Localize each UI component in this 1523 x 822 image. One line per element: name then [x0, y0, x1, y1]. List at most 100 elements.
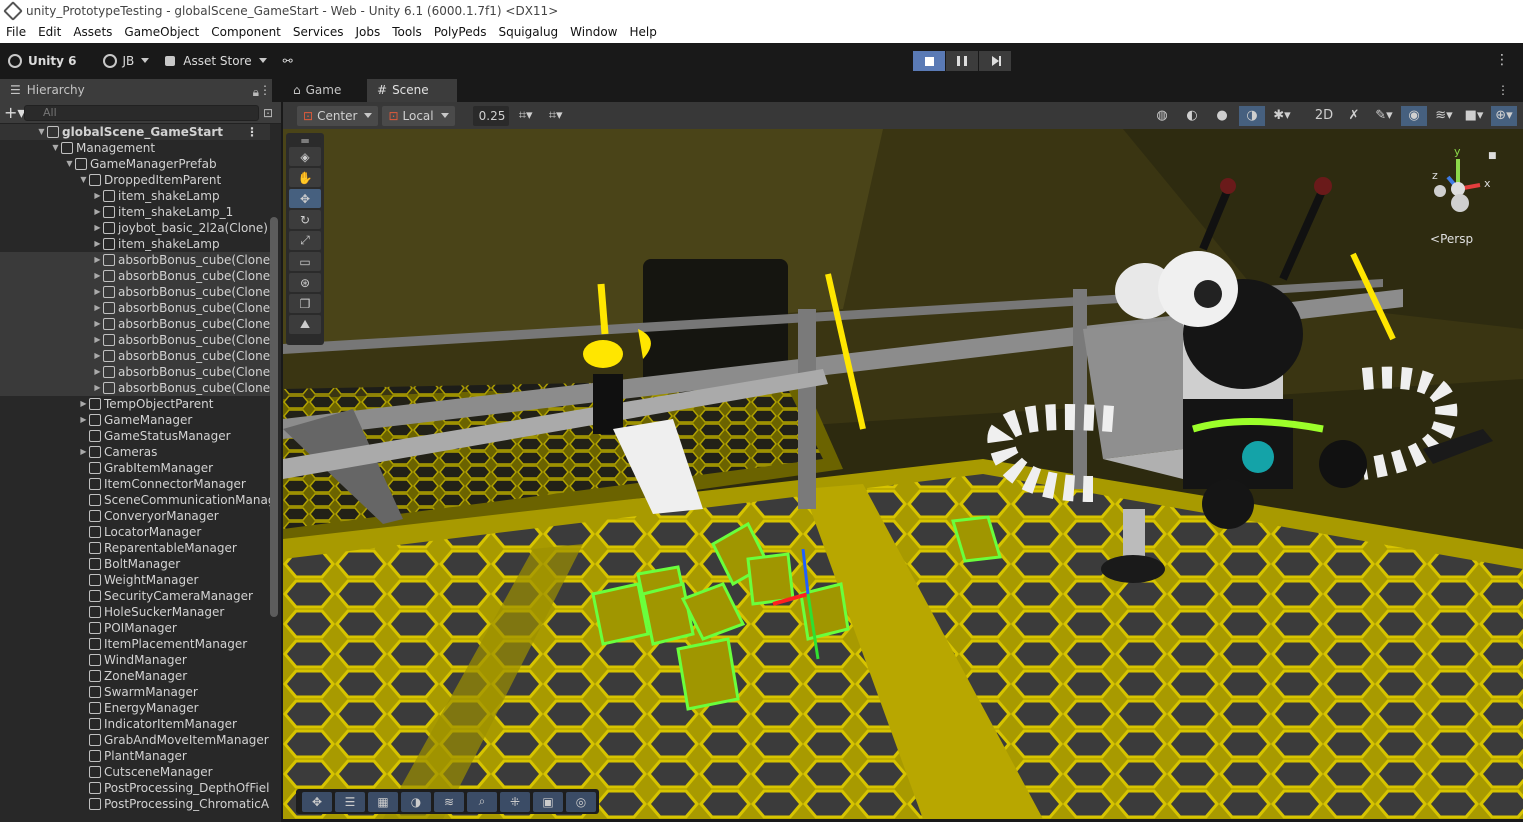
hierarchy-item[interactable]: ▶ absorbBonus_cube(Clone — [0, 300, 270, 316]
layers-overlay-icon[interactable]: ≋ — [434, 791, 464, 812]
tab-game[interactable]: ⌂ Game — [283, 79, 367, 102]
expand-arrow-icon[interactable]: ▼ — [50, 140, 61, 156]
hierarchy-item[interactable]: PostProcessing_ChromaticA — [0, 796, 270, 812]
hierarchy-item[interactable]: ItemConnectorManager — [0, 476, 270, 492]
projection-toggle[interactable]: <Persp — [1430, 232, 1473, 246]
nodes-overlay-icon[interactable]: ⁜ — [500, 791, 530, 812]
hierarchy-item[interactable]: ▶ absorbBonus_cube(Clone — [0, 380, 270, 396]
grid-snap-icon[interactable]: ⌗▾ — [513, 106, 539, 126]
expand-arrow-icon[interactable]: ▼ — [78, 172, 89, 188]
expand-arrow-icon[interactable]: ▼ — [64, 156, 75, 172]
expand-arrow-icon[interactable]: ▼ — [36, 124, 47, 140]
sliders-overlay-icon[interactable]: ☰ — [335, 791, 365, 812]
hierarchy-item[interactable]: CutsceneManager — [0, 764, 270, 780]
hierarchy-item[interactable]: GrabAndMoveItemManager — [0, 732, 270, 748]
menu-item-squigalug[interactable]: Squigalug — [492, 22, 564, 43]
hierarchy-item[interactable]: ▶ joybot_basic_2l2a(Clone) — [0, 220, 270, 236]
hierarchy-item[interactable]: ConveryorManager — [0, 508, 270, 524]
palette-drag-handle[interactable]: ═ — [289, 134, 321, 148]
menu-item-file[interactable]: File — [0, 22, 32, 43]
hierarchy-scrollbar[interactable] — [270, 217, 278, 617]
expand-arrow-icon[interactable]: ▶ — [92, 236, 103, 252]
camera-overlay-icon[interactable]: ▣ — [533, 791, 563, 812]
hierarchy-item[interactable]: GameStatusManager — [0, 428, 270, 444]
more-menu-icon[interactable]: ⋮ — [246, 124, 258, 140]
hierarchy-item[interactable]: SecurityCameraManager — [0, 588, 270, 604]
expand-arrow-icon[interactable]: ▶ — [78, 396, 89, 412]
expand-arrow-icon[interactable]: ▶ — [92, 380, 103, 396]
menu-item-services[interactable]: Services — [287, 22, 350, 43]
expand-arrow-icon[interactable]: ▶ — [92, 268, 103, 284]
shaded-wireframe-icon[interactable]: ◑ — [1239, 105, 1265, 126]
hierarchy-item[interactable]: ▶ item_shakeLamp — [0, 188, 270, 204]
hierarchy-item[interactable]: PlantManager — [0, 748, 270, 764]
hierarchy-item[interactable]: EnergyManager — [0, 700, 270, 716]
tab-hierarchy[interactable]: ☰ Hierarchy 🔒︎ ⋮ — [0, 79, 272, 102]
more-menu-icon[interactable]: ⋮ — [1497, 83, 1509, 97]
account-dropdown[interactable]: JB — [95, 50, 158, 72]
menu-item-jobs[interactable]: Jobs — [350, 22, 387, 43]
tab-scene[interactable]: # Scene — [367, 79, 457, 102]
hierarchy-item[interactable]: PostProcessing_DepthOfFiel — [0, 780, 270, 796]
hierarchy-item[interactable]: ZoneManager — [0, 668, 270, 684]
pivot-dropdown[interactable]: ⊡ Center — [297, 105, 379, 126]
hierarchy-item[interactable]: ▶ absorbBonus_cube(Clone — [0, 316, 270, 332]
space-dropdown[interactable]: ⊡ Local — [382, 105, 455, 126]
transform-tool-icon[interactable]: ⊛ — [289, 273, 321, 292]
move-overlay-icon[interactable]: ✥ — [302, 791, 332, 812]
expand-arrow-icon[interactable]: ▶ — [92, 188, 103, 204]
snap-increment-field[interactable]: 0.25 — [472, 105, 509, 126]
search-options-icon[interactable]: ⊡ — [259, 106, 277, 120]
menu-item-gameobject[interactable]: GameObject — [118, 22, 205, 43]
increment-snap-icon[interactable]: ⌗▾ — [543, 106, 569, 126]
menu-item-window[interactable]: Window — [564, 22, 623, 43]
compass-overlay-icon[interactable]: ◎ — [566, 791, 596, 812]
camera-settings-icon[interactable]: ■▾ — [1461, 106, 1487, 126]
lighting-toggle-icon[interactable]: ✗ — [1341, 106, 1367, 126]
expand-arrow-icon[interactable]: ▶ — [92, 364, 103, 380]
hierarchy-item[interactable]: ▼ GameManagerPrefab — [0, 156, 270, 172]
scene-root-row[interactable]: ▼ globalScene_GameStart ⋮ — [0, 124, 270, 140]
hierarchy-item[interactable]: SwarmManager — [0, 684, 270, 700]
hierarchy-item[interactable]: ReparentableManager — [0, 540, 270, 556]
wireframe-icon[interactable]: ◐ — [1179, 106, 1205, 126]
hierarchy-item[interactable]: IndicatorItemManager — [0, 716, 270, 732]
version-control-button[interactable]: ⚯ — [275, 50, 301, 72]
more-menu-icon[interactable]: ⋮ — [1495, 52, 1509, 68]
rect-tool-icon[interactable]: ▭ — [289, 252, 321, 271]
hierarchy-item[interactable]: ▶ absorbBonus_cube(Clone — [0, 284, 270, 300]
step-button[interactable] — [979, 51, 1011, 71]
hierarchy-item[interactable]: ItemPlacementManager — [0, 636, 270, 652]
hierarchy-item[interactable]: WeightManager — [0, 572, 270, 588]
hierarchy-item[interactable]: ▼ Management — [0, 140, 270, 156]
menu-item-component[interactable]: Component — [205, 22, 287, 43]
hierarchy-item[interactable]: ▼ DroppedItemParent — [0, 172, 270, 188]
hierarchy-item[interactable]: HoleSuckerManager — [0, 604, 270, 620]
gizmos-toggle-icon[interactable]: ⊕▾ — [1491, 105, 1517, 126]
menu-item-tools[interactable]: Tools — [386, 22, 428, 43]
menu-item-edit[interactable]: Edit — [32, 22, 67, 43]
move-tool-icon[interactable]: ✥ — [289, 189, 321, 208]
hierarchy-item[interactable]: ▶ absorbBonus_cube(Clone — [0, 348, 270, 364]
expand-arrow-icon[interactable]: ▶ — [78, 412, 89, 428]
hierarchy-item[interactable]: WindManager — [0, 652, 270, 668]
asset-store-dropdown[interactable]: Asset Store — [157, 50, 274, 72]
hierarchy-item[interactable]: ▶ TempObjectParent — [0, 396, 270, 412]
expand-arrow-icon[interactable]: ▶ — [78, 444, 89, 460]
hierarchy-search-input[interactable] — [24, 104, 259, 121]
rotate-tool-icon[interactable]: ↻ — [289, 210, 321, 229]
add-object-button[interactable]: +▾ — [4, 103, 25, 122]
menu-item-assets[interactable]: Assets — [67, 22, 118, 43]
hierarchy-item[interactable]: ▶ absorbBonus_cube(Clone — [0, 268, 270, 284]
play-button[interactable] — [913, 51, 945, 71]
hierarchy-item[interactable]: ▶ Cameras — [0, 444, 270, 460]
shaded-icon[interactable]: ● — [1209, 106, 1235, 126]
debug-draw-icon[interactable]: ✱▾ — [1269, 106, 1295, 126]
hierarchy-item[interactable]: LocatorManager — [0, 524, 270, 540]
grid-overlay-icon[interactable]: ▦ — [368, 791, 398, 812]
scale-tool-icon[interactable]: ⤢ — [289, 231, 321, 250]
view-cube-icon[interactable]: ◈ — [289, 147, 321, 166]
hierarchy-item[interactable]: ▶ absorbBonus_cube(Clone — [0, 252, 270, 268]
expand-arrow-icon[interactable]: ▶ — [92, 332, 103, 348]
hand-tool-icon[interactable]: ✋ — [289, 168, 321, 187]
